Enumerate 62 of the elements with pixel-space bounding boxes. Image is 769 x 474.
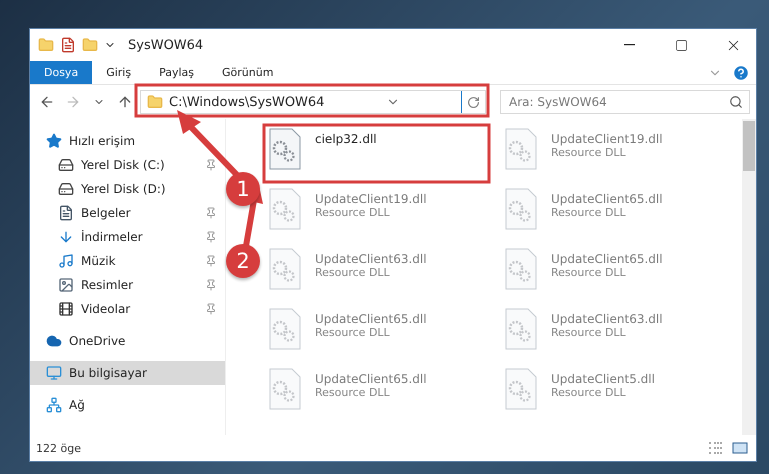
gear-file-icon bbox=[505, 368, 537, 410]
document-icon bbox=[58, 205, 74, 221]
item-count: 122 öge bbox=[36, 442, 81, 454]
ribbon-tab[interactable]: Dosya bbox=[30, 61, 92, 84]
file-tile[interactable]: UpdateClient65.dll Resource DLL bbox=[502, 185, 666, 233]
film-icon bbox=[58, 301, 74, 317]
up-arrow-icon bbox=[117, 94, 133, 110]
gear-file-icon bbox=[505, 248, 537, 290]
sidebar-item[interactable]: Bu bilgisayar bbox=[30, 361, 225, 385]
gear-file-icon bbox=[269, 248, 301, 290]
download-icon bbox=[58, 229, 74, 245]
cloud-icon bbox=[46, 333, 62, 349]
sidebar-item[interactable]: Belgeler bbox=[30, 201, 225, 225]
gear-file-icon bbox=[505, 188, 537, 230]
gear-file-icon bbox=[269, 128, 301, 170]
gear-file-icon bbox=[269, 368, 301, 410]
gear-file-icon bbox=[505, 128, 537, 170]
sidebar-item[interactable]: Ağ bbox=[30, 393, 225, 417]
scrollbar[interactable] bbox=[742, 119, 756, 435]
file-tile[interactable]: UpdateClient19.dll Resource DLL bbox=[502, 125, 666, 173]
sidebar-item[interactable]: Hızlı erişim bbox=[30, 129, 225, 153]
search-icon[interactable] bbox=[729, 95, 743, 109]
sidebar-item[interactable]: Yerel Disk (C:) bbox=[30, 153, 225, 177]
sidebar-item[interactable]: İndirmeler bbox=[30, 225, 225, 249]
ribbon-tab[interactable]: Görünüm bbox=[208, 61, 288, 84]
sidebar-item[interactable]: Yerel Disk (D:) bbox=[30, 177, 225, 201]
file-tile[interactable]: UpdateClient63.dll Resource DLL bbox=[266, 245, 430, 293]
music-icon bbox=[58, 253, 74, 269]
sidebar-item[interactable]: Müzik bbox=[30, 249, 225, 273]
drive-icon bbox=[58, 157, 74, 173]
file-tile[interactable]: cielp32.dll bbox=[266, 125, 380, 173]
folder-icon bbox=[147, 94, 163, 110]
sidebar-item[interactable]: Resimler bbox=[30, 273, 225, 297]
properties-icon[interactable] bbox=[60, 37, 76, 53]
drive-icon bbox=[58, 181, 74, 197]
search-field[interactable]: Ara: SysWOW64 bbox=[500, 90, 750, 114]
forward-arrow-icon bbox=[65, 94, 81, 110]
help-icon[interactable] bbox=[732, 64, 750, 82]
ribbon-tab[interactable]: Giriş bbox=[92, 61, 146, 84]
window-title: SysWOW64 bbox=[128, 38, 204, 52]
ribbon-tab[interactable]: Paylaş bbox=[145, 61, 208, 84]
sidebar-item[interactable]: Videolar bbox=[30, 297, 225, 321]
details-view-icon[interactable] bbox=[708, 441, 724, 455]
large-icons-view-icon[interactable] bbox=[732, 441, 748, 455]
monitor-icon bbox=[46, 365, 62, 381]
file-tile[interactable]: UpdateClient65.dll Resource DLL bbox=[266, 305, 430, 353]
file-tile[interactable]: UpdateClient63.dll Resource DLL bbox=[502, 305, 666, 353]
gear-file-icon bbox=[505, 308, 537, 350]
file-tile[interactable]: UpdateClient5.dll Resource DLL bbox=[502, 365, 658, 413]
file-tile[interactable]: UpdateClient65.dll Resource DLL bbox=[266, 365, 430, 413]
gear-file-icon bbox=[269, 308, 301, 350]
maximize-icon bbox=[674, 38, 688, 52]
file-tile[interactable]: UpdateClient65.dll Resource DLL bbox=[502, 245, 666, 293]
picture-icon bbox=[58, 277, 74, 293]
sidebar-item[interactable]: OneDrive bbox=[30, 329, 225, 353]
refresh-icon bbox=[466, 96, 480, 108]
file-tile[interactable]: UpdateClient19.dll Resource DLL bbox=[266, 185, 430, 233]
star-icon bbox=[46, 133, 62, 149]
gear-file-icon bbox=[269, 188, 301, 230]
minimize-icon bbox=[624, 44, 634, 46]
address-field[interactable]: C:\Windows\SysWOW64 bbox=[140, 90, 486, 114]
network-icon bbox=[46, 397, 62, 413]
